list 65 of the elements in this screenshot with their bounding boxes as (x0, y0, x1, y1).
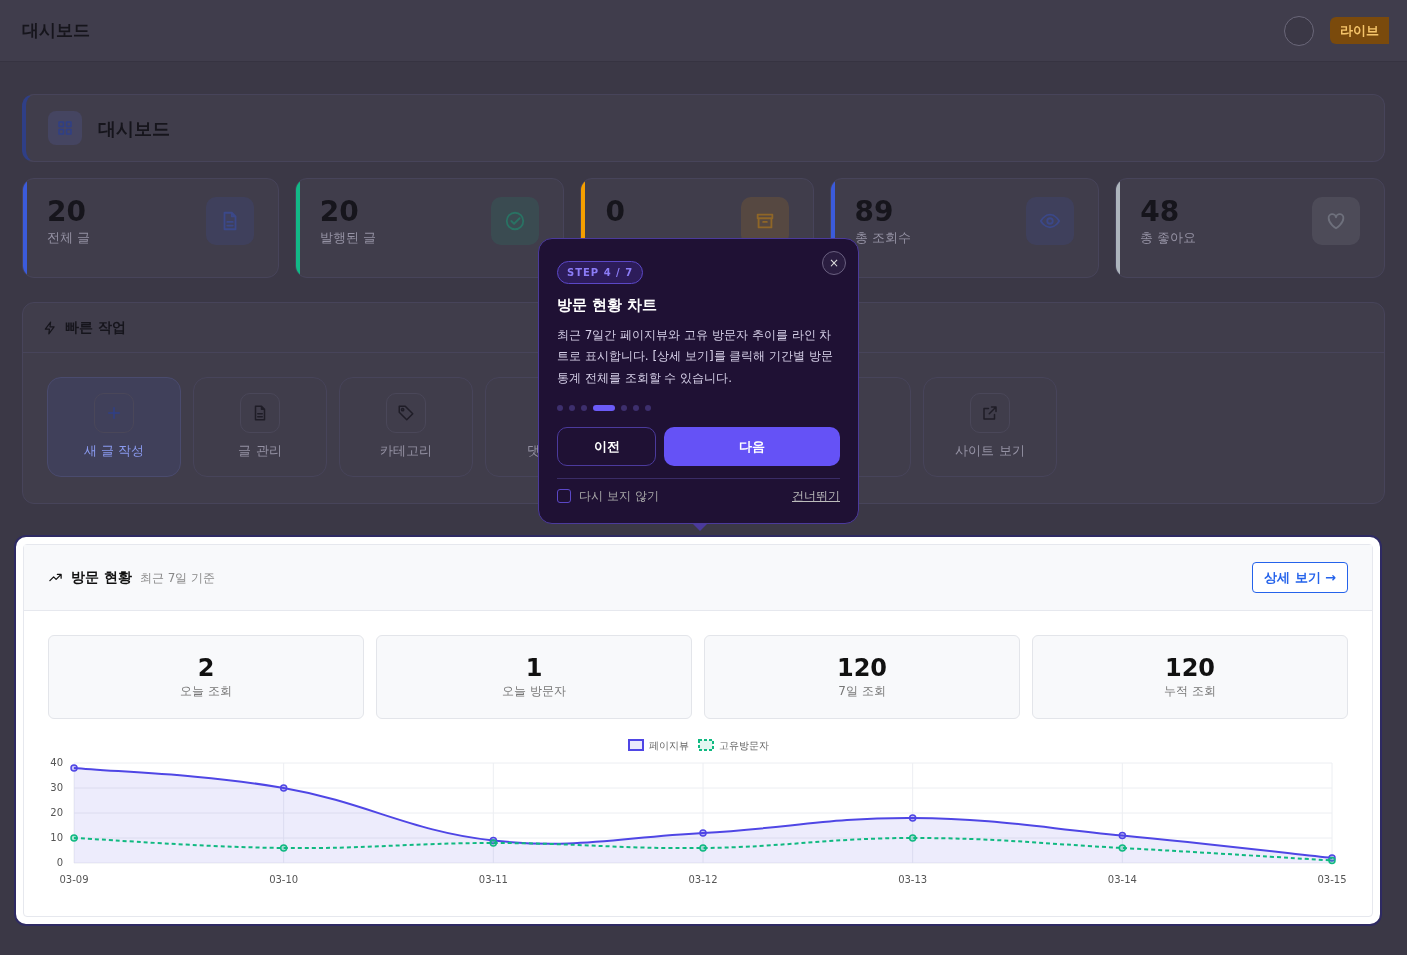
prev-button[interactable]: 이전 (557, 427, 656, 467)
x-tick-label: 03-13 (898, 874, 928, 885)
y-tick-label: 40 (50, 757, 63, 768)
x-tick-label: 03-11 (478, 874, 508, 885)
popover-text: 최근 7일간 페이지뷰와 고유 방문자 추이를 라인 차트로 표시합니다. [상세 보기]를 클릭해 기간별 방문 통계 전체를 조회할 수 있습니다. (557, 326, 835, 387)
data-point (279, 844, 288, 852)
data-point (1118, 831, 1127, 840)
data-point (70, 764, 78, 772)
skip-link[interactable]: 건너뛰기 (792, 487, 840, 506)
data-point (70, 834, 78, 842)
external-link-icon (981, 404, 999, 423)
y-tick-label: 30 (50, 782, 63, 793)
quick-action-label: 사이트 보기 (955, 442, 1025, 461)
data-point (279, 784, 288, 792)
next-button[interactable]: 다음 (664, 427, 840, 467)
metric-value: 120 (836, 653, 888, 683)
stat-label: 발행된 글 (319, 228, 376, 247)
tag-icon (397, 404, 415, 423)
data-point (908, 834, 917, 842)
quick-action-tile[interactable]: 새 글 작성 (47, 377, 181, 477)
x-tick-label: 03-14 (1107, 874, 1137, 885)
y-tick-label: 0 (56, 857, 63, 868)
stat-label: 총 조회수 (854, 228, 911, 247)
stat-label: 전체 글 (47, 228, 91, 247)
quick-action-label: 새 글 작성 (83, 442, 145, 461)
data-point (908, 814, 917, 822)
metric-value: 1 (525, 653, 543, 683)
checkbox[interactable] (557, 489, 571, 504)
step-badge: STEP 4 / 7 (557, 261, 644, 284)
quick-action-tile[interactable]: 글 관리 (193, 377, 327, 477)
quick-action-label: 글 관리 (238, 442, 282, 461)
data-point (1118, 844, 1127, 852)
metric-label: 오늘 조회 (180, 683, 232, 701)
x-tick-label: 03-09 (59, 874, 89, 885)
quick-action-tile[interactable]: 사이트 보기 (923, 377, 1057, 477)
metric-label: 오늘 방문자 (502, 683, 566, 701)
y-tick-label: 10 (50, 832, 63, 843)
metric-value: 2 (197, 653, 215, 683)
quick-action-tile[interactable]: 카테고리 (339, 377, 473, 477)
x-tick-label: 03-15 (1317, 874, 1347, 885)
checkbox-label: 다시 보지 않기 (579, 488, 659, 506)
popover-title: 방문 현황 차트 (557, 295, 659, 316)
live-button[interactable]: 라이브 (1330, 16, 1389, 45)
metric-label: 누적 조회 (1164, 683, 1216, 701)
check-circle-icon (504, 210, 527, 232)
metric-value: 120 (1164, 653, 1216, 683)
data-point (699, 829, 707, 837)
card-title: 방문 현황 (71, 568, 132, 587)
x-tick-label: 03-12 (688, 874, 718, 885)
y-tick-label: 20 (50, 807, 63, 818)
legend-label: 고유방문자 (719, 740, 769, 751)
heart-icon (1325, 210, 1347, 232)
data-point (699, 844, 707, 852)
legend-label: 페이지뷰 (649, 740, 689, 751)
stat-label: 총 좋아요 (1140, 228, 1197, 247)
detail-button[interactable]: 상세 보기 → (1252, 561, 1348, 594)
x-tick-label: 03-10 (269, 874, 299, 885)
avatar[interactable] (1284, 15, 1314, 46)
metric-label: 7일 조회 (838, 683, 886, 701)
close-button[interactable]: × (822, 251, 846, 275)
quick-action-label: 댓 (527, 442, 540, 461)
lightning-icon (43, 320, 57, 335)
quick-action-label: 카테고리 (380, 442, 432, 461)
grid-icon (56, 119, 74, 137)
card-subtitle: 최근 7일 기준 (139, 569, 216, 587)
